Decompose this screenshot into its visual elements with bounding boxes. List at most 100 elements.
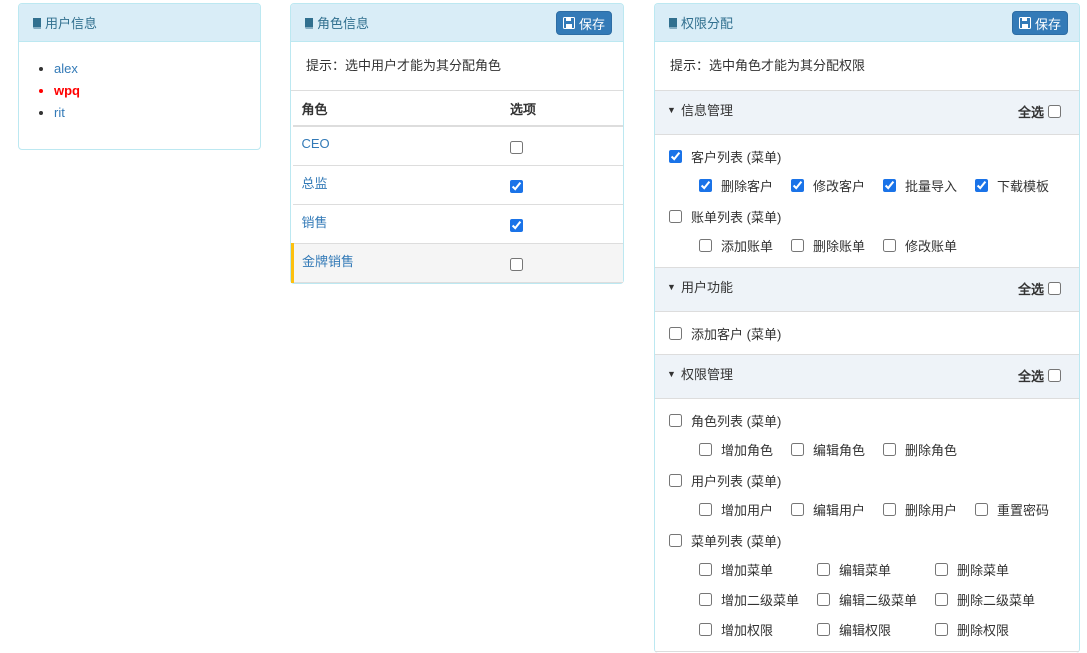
role-row[interactable]: CEO [292, 126, 623, 166]
perm-panel-title: 权限分配 [667, 13, 733, 32]
sub-permission-checkbox[interactable] [817, 623, 830, 636]
perm-group-header[interactable]: ▼ 信息管理 全选 [655, 91, 1079, 135]
sub-permission-checkbox[interactable] [935, 563, 948, 576]
sub-permission-row: 增加用户 编辑用户 删除用户 重置密码 [655, 497, 1079, 527]
role-save-label: 保存 [578, 16, 605, 32]
menu-permission-checkbox[interactable] [669, 414, 682, 427]
sub-permission-checkbox[interactable] [817, 563, 830, 576]
sub-permission-row: 添加账单 删除账单 修改账单 [655, 233, 1079, 263]
sub-permission[interactable]: 删除权限 [935, 620, 1009, 639]
perm-group-header[interactable]: ▼ 用户功能 全选 [655, 268, 1079, 312]
sub-permission-label: 编辑二级菜单 [839, 593, 918, 608]
menu-permission[interactable]: 菜单列表 (菜单) [669, 531, 781, 550]
sub-permission-checkbox[interactable] [791, 179, 804, 192]
sub-permission[interactable]: 增加菜单 [699, 560, 773, 579]
sub-permission-checkbox[interactable] [975, 503, 988, 516]
role-checkbox[interactable] [510, 257, 523, 271]
select-all-checkbox[interactable] [1048, 105, 1061, 118]
sub-permission[interactable]: 修改客户 [791, 176, 865, 195]
sub-permission-checkbox[interactable] [699, 179, 712, 192]
user-link[interactable]: wpq [54, 83, 80, 98]
select-all-checkbox[interactable] [1048, 282, 1061, 295]
sub-permission[interactable]: 编辑权限 [817, 620, 891, 639]
sub-permission-checkbox[interactable] [817, 593, 830, 606]
menu-permission[interactable]: 账单列表 (菜单) [669, 207, 781, 226]
sub-permission-checkbox[interactable] [791, 239, 804, 252]
user-link[interactable]: alex [54, 61, 78, 76]
sub-permission[interactable]: 修改账单 [883, 236, 957, 255]
role-option-cell [501, 165, 623, 205]
role-checkbox[interactable] [510, 218, 523, 232]
sub-permission-checkbox[interactable] [883, 503, 896, 516]
caret-down-icon[interactable]: ▼ [667, 282, 676, 292]
sub-permission-checkbox[interactable] [699, 563, 712, 576]
menu-permission-checkbox[interactable] [669, 150, 682, 163]
sub-permission[interactable]: 编辑角色 [791, 440, 865, 459]
perm-group-header[interactable]: ▼ 权限管理 全选 [655, 355, 1079, 399]
sub-permission[interactable]: 删除客户 [699, 176, 773, 195]
sub-permission-checkbox[interactable] [883, 179, 896, 192]
sub-permission[interactable]: 重置密码 [975, 500, 1049, 519]
sub-permission[interactable]: 增加用户 [699, 500, 773, 519]
sub-permission-checkbox[interactable] [935, 623, 948, 636]
menu-permission[interactable]: 用户列表 (菜单) [669, 471, 781, 490]
role-checkbox[interactable] [510, 140, 523, 154]
role-row[interactable]: 金牌销售 [291, 243, 623, 283]
caret-down-icon[interactable]: ▼ [667, 369, 676, 379]
sub-permission[interactable]: 增加权限 [699, 620, 773, 639]
menu-permission-checkbox[interactable] [669, 534, 682, 547]
role-checkbox[interactable] [510, 179, 523, 193]
sub-permission-checkbox[interactable] [699, 443, 712, 456]
sub-permission-label: 删除账单 [813, 239, 866, 254]
sub-permission[interactable]: 删除角色 [883, 440, 957, 459]
sub-permission[interactable]: 增加二级菜单 [699, 590, 799, 609]
perm-group-body: 角色列表 (菜单) 增加角色 编辑角色 删除角色 用户列表 (菜单) 增加用户 编辑用户 删除… [655, 399, 1079, 652]
menu-permission[interactable]: 客户列表 (菜单) [669, 147, 781, 166]
sub-permission-row: 增加二级菜单 编辑二级菜单 删除二级菜单 [655, 587, 1079, 617]
sub-permission[interactable]: 编辑菜单 [817, 560, 891, 579]
sub-permission-checkbox[interactable] [699, 593, 712, 606]
user-panel-title-text: 用户信息 [45, 16, 98, 31]
menu-permission-checkbox[interactable] [669, 474, 682, 487]
sub-permission[interactable]: 添加账单 [699, 236, 773, 255]
select-all-checkbox[interactable] [1048, 369, 1061, 382]
role-row[interactable]: 销售 [292, 204, 623, 244]
menu-permission-checkbox[interactable] [669, 327, 682, 340]
role-table-header: 角色 选项 [292, 91, 623, 127]
role-row[interactable]: 总监 [292, 165, 623, 205]
sub-permission-checkbox[interactable] [699, 623, 712, 636]
role-hint: 提示：选中用户才能为其分配角色 [291, 42, 623, 91]
sub-permission-checkbox[interactable] [791, 443, 804, 456]
sub-permission[interactable]: 增加角色 [699, 440, 773, 459]
user-link[interactable]: rit [54, 105, 65, 120]
caret-down-icon[interactable]: ▼ [667, 105, 676, 115]
sub-permission-checkbox[interactable] [699, 239, 712, 252]
sub-permission-label: 增加用户 [721, 503, 774, 518]
menu-permission-label: 角色列表 (菜单) [691, 414, 782, 429]
sub-permission-checkbox[interactable] [883, 239, 896, 252]
menu-permission-checkbox[interactable] [669, 210, 682, 223]
menu-permission[interactable]: 角色列表 (菜单) [669, 411, 781, 430]
sub-permission-label: 删除菜单 [957, 563, 1010, 578]
sub-permission[interactable]: 编辑用户 [791, 500, 865, 519]
sub-permission-checkbox[interactable] [975, 179, 988, 192]
role-link[interactable]: CEO [302, 136, 330, 151]
sub-permission[interactable]: 编辑二级菜单 [817, 590, 917, 609]
sub-permission-label: 添加账单 [721, 239, 774, 254]
perm-save-button[interactable]: 保存 [1011, 11, 1068, 35]
sub-permission-checkbox[interactable] [791, 503, 804, 516]
role-save-button[interactable]: 保存 [555, 11, 612, 35]
role-link[interactable]: 总监 [302, 176, 328, 191]
sub-permission-checkbox[interactable] [935, 593, 948, 606]
sub-permission[interactable]: 删除用户 [883, 500, 957, 519]
sub-permission[interactable]: 下载模板 [975, 176, 1049, 195]
menu-permission[interactable]: 添加客户 (菜单) [669, 324, 781, 343]
role-link[interactable]: 销售 [302, 215, 328, 230]
role-link[interactable]: 金牌销售 [302, 254, 354, 269]
sub-permission[interactable]: 删除菜单 [935, 560, 1009, 579]
sub-permission[interactable]: 批量导入 [883, 176, 957, 195]
sub-permission-checkbox[interactable] [699, 503, 712, 516]
sub-permission[interactable]: 删除二级菜单 [935, 590, 1035, 609]
sub-permission-checkbox[interactable] [883, 443, 896, 456]
sub-permission[interactable]: 删除账单 [791, 236, 865, 255]
